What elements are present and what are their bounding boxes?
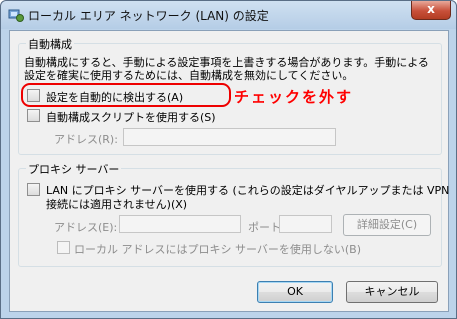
ok-button[interactable]: OK	[257, 281, 333, 303]
cancel-button[interactable]: キャンセル	[346, 281, 438, 303]
use-proxy-checkbox[interactable]	[27, 183, 40, 196]
close-icon: x	[427, 2, 435, 16]
proxy-address-label: アドレス(E):	[54, 221, 118, 234]
use-proxy-label-line2[interactable]: 接続には適用されません)(X)	[46, 196, 187, 212]
annotation-text: チェックを外す	[234, 88, 354, 106]
script-address-input[interactable]	[123, 128, 336, 146]
auto-config-script-checkbox[interactable]	[27, 109, 40, 122]
auto-config-script-label[interactable]: 自動構成スクリプトを使用する(S)	[46, 109, 216, 125]
lan-settings-dialog: ローカル エリア ネットワーク (LAN) の設定 x 自動構成 自動構成にする…	[0, 0, 457, 319]
proxy-group-title: プロキシ サーバー	[26, 161, 122, 177]
advanced-settings-button[interactable]: 詳細設定(C)	[343, 214, 431, 236]
script-address-label: アドレス(R):	[54, 133, 118, 146]
close-button[interactable]: x	[411, 1, 451, 20]
dialog-body: 自動構成 自動構成にすると、手動による設定事項を上書きする場合があります。手動に…	[9, 30, 449, 312]
annotation-highlight-ring	[21, 83, 231, 107]
network-settings-icon	[8, 7, 24, 23]
bypass-local-label[interactable]: ローカル アドレスにはプロキシ サーバーを使用しない(B)	[74, 241, 361, 257]
auto-config-group-title: 自動構成	[26, 36, 74, 52]
bypass-local-checkbox[interactable]	[57, 241, 70, 254]
title-bar[interactable]: ローカル エリア ネットワーク (LAN) の設定	[1, 1, 456, 29]
proxy-address-input[interactable]	[119, 215, 241, 233]
auto-config-description-line2: 設定を確実に使用するためには、自動構成を無効にしてください。	[24, 69, 354, 82]
proxy-port-input[interactable]	[279, 215, 332, 233]
window-title: ローカル エリア ネットワーク (LAN) の設定	[28, 9, 269, 23]
